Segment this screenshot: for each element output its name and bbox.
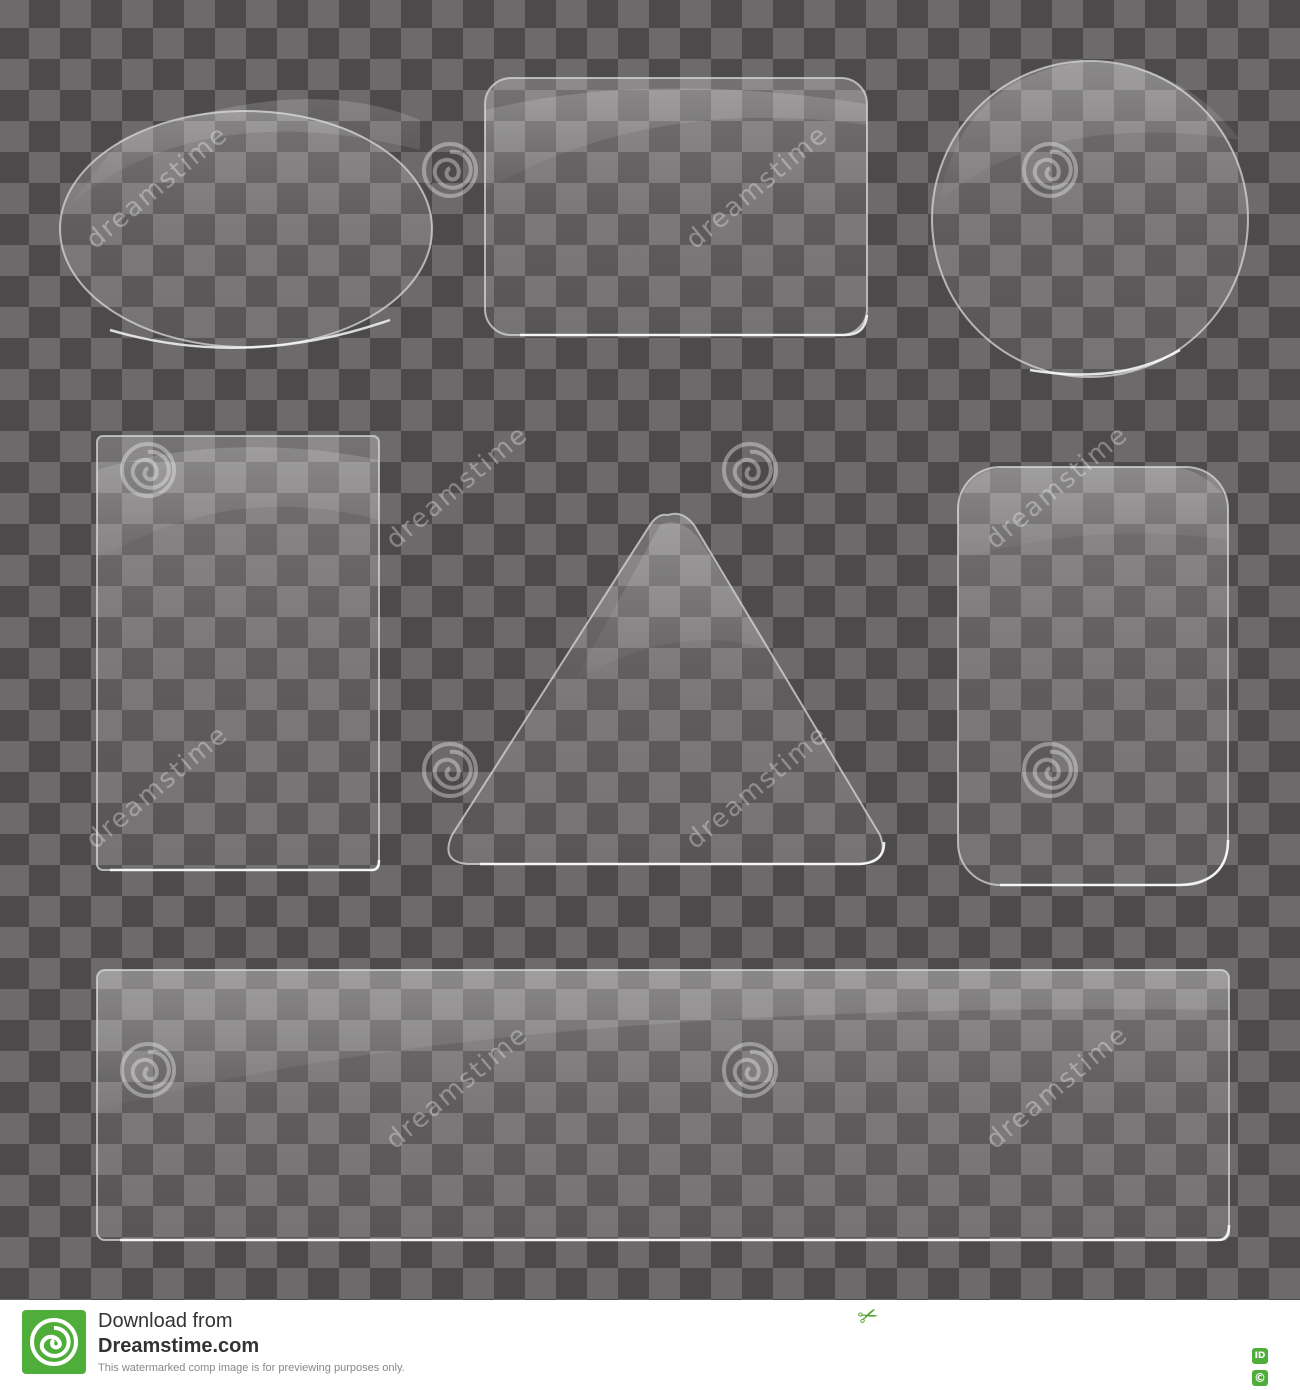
id-badge-icon: ID: [1252, 1348, 1268, 1364]
circle-glass-plate: [931, 60, 1249, 378]
glass-plates-illustration: dreamstime dreamstime dreamstime dreamst…: [0, 0, 1300, 1300]
rounded-rectangle-glass-plate: [484, 77, 869, 337]
dreamstime-logo-icon[interactable]: [22, 1310, 86, 1374]
copyright-badge-icon: ©: [1252, 1370, 1268, 1386]
footer-site-link[interactable]: Dreamstime.com: [98, 1335, 259, 1358]
footer-download-from: Download from: [98, 1310, 233, 1332]
image-canvas: dreamstime dreamstime dreamstime dreamst…: [0, 0, 1300, 1300]
footer-disclaimer: This watermarked comp image is for previ…: [98, 1362, 405, 1374]
